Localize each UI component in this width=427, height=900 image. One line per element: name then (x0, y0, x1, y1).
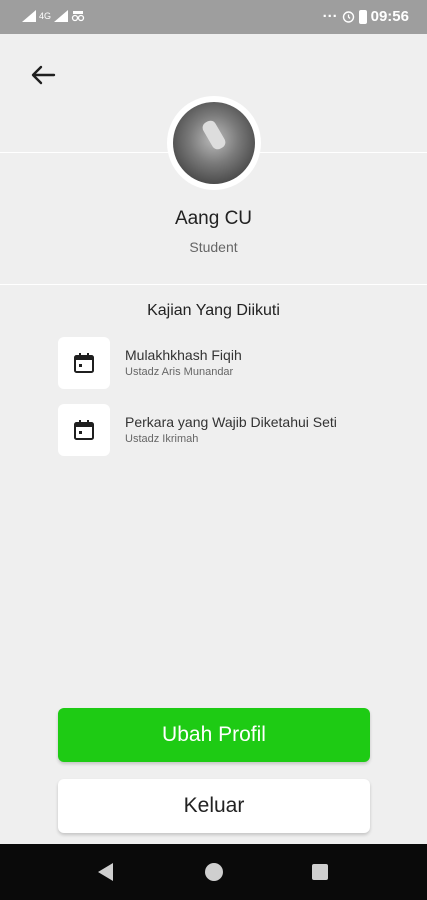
signal-icon (22, 10, 36, 22)
profile-screen: Aang CU Student Kajian Yang Diikuti Mula… (0, 34, 427, 844)
calendar-icon (74, 420, 94, 440)
list-item[interactable]: Perkara yang Wajib Diketahui Seti Ustadz… (58, 404, 398, 456)
status-time: 09:56 (370, 8, 409, 25)
status-bar: 4G ··· 09:56 (0, 0, 427, 34)
avatar-image (173, 102, 255, 184)
user-role: Student (189, 239, 238, 255)
logout-button[interactable]: Keluar (58, 779, 370, 833)
kajian-teacher: Ustadz Ikrimah (125, 433, 199, 445)
battery-icon (358, 9, 367, 24)
calendar-tile (58, 337, 110, 389)
kajian-teacher: Ustadz Aris Munandar (125, 366, 234, 378)
network-type-label: 4G (39, 11, 52, 21)
status-bar-left: 4G (22, 10, 85, 22)
status-bar-right: ··· 09:56 (323, 8, 409, 25)
alarm-icon (342, 11, 354, 23)
arrow-left-icon (31, 65, 56, 85)
kajian-title: Mulakhkhash Fiqih (125, 347, 242, 363)
square-recent-icon[interactable] (312, 864, 328, 880)
calendar-tile (58, 404, 110, 456)
avatar (167, 96, 261, 190)
edit-profile-button[interactable]: Ubah Profil (58, 708, 370, 762)
triangle-back-icon[interactable] (98, 863, 113, 881)
incognito-icon (71, 11, 85, 22)
signal-icon-secondary (54, 10, 69, 22)
section-title: Kajian Yang Diikuti (147, 302, 280, 319)
section-divider (0, 284, 427, 285)
calendar-icon (74, 353, 94, 373)
navigation-bar (0, 844, 427, 900)
kajian-title: Perkara yang Wajib Diketahui Seti (125, 414, 337, 430)
back-button[interactable] (28, 62, 60, 88)
circle-home-icon[interactable] (205, 863, 223, 881)
user-name: Aang CU (174, 208, 253, 229)
overflow-dots: ··· (322, 8, 338, 25)
list-item[interactable]: Mulakhkhash Fiqih Ustadz Aris Munandar (58, 337, 398, 389)
